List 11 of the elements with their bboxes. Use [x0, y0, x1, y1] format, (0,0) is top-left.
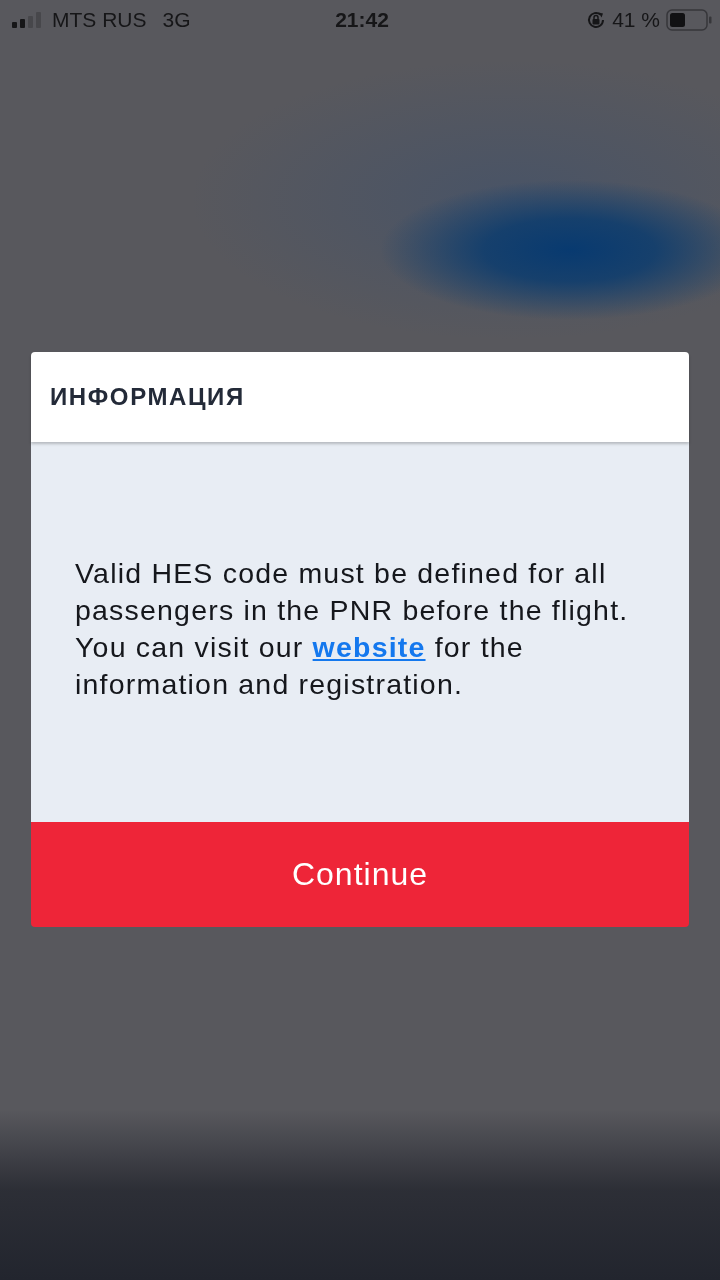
clock-time: 21:42: [335, 8, 389, 32]
continue-button[interactable]: Continue: [31, 822, 689, 927]
carrier-name: MTS RUS: [52, 8, 147, 32]
network-type: 3G: [162, 8, 191, 32]
message-text: Valid HES code must be defined for all passengers in the PNR before the flight. You can visit our website for the information and registration.: [75, 556, 630, 702]
rotation-lock-icon: [586, 10, 607, 30]
battery-percentage: 41 %: [612, 8, 660, 32]
signal-icon: [12, 12, 44, 28]
battery-icon: [666, 9, 712, 31]
website-link[interactable]: website: [312, 631, 426, 663]
dialog-title: ИНФОРМАЦИЯ: [50, 383, 245, 411]
